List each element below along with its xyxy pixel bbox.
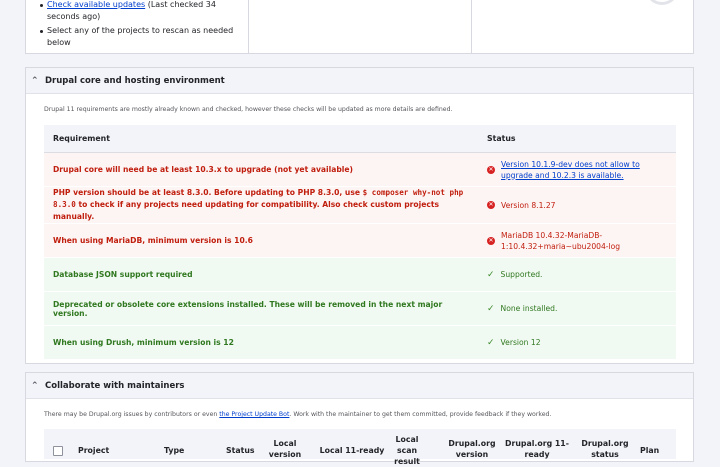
- maintainers-table-header: Project Type Status Local version Local …: [44, 429, 676, 466]
- column-header-drupal-org-version: Drupal.org version: [448, 439, 496, 459]
- status-cell: ✕ Version 10.1.9-dev does not allow to u…: [478, 152, 676, 187]
- column-header-type: Type: [164, 446, 185, 455]
- status-cell: ✕ Version 8.1.27: [478, 186, 676, 224]
- select-all-checkbox[interactable]: [53, 446, 63, 456]
- column-header-local-scan-result: Local scan result: [394, 435, 420, 466]
- check-updates-link[interactable]: Check available updates: [47, 0, 145, 9]
- summary-column-3: [471, 0, 693, 53]
- column-header-local-11-ready: Local 11-ready: [319, 446, 385, 455]
- progress-gauge-icon: [645, 0, 679, 5]
- status-text: Version 8.1.27: [501, 200, 556, 210]
- core-section-title: Drupal core and hosting environment: [45, 75, 225, 86]
- checkmark-icon: ✓: [487, 269, 495, 280]
- core-environment-section: ⌃ Drupal core and hosting environment Dr…: [25, 67, 694, 364]
- requirement-text: to check if any projects need updating f…: [53, 200, 440, 221]
- requirement-cell: Drupal core will need be at least 10.3.x…: [44, 152, 478, 187]
- summary-card: Check available updates (Last checked 34…: [25, 0, 694, 54]
- checkmark-icon: ✓: [487, 337, 495, 348]
- status-cell: ✓ Version 12: [478, 325, 676, 360]
- maintainers-section-description: There may be Drupal.org issues by contri…: [44, 411, 551, 418]
- column-header-local-version: Local version: [268, 439, 302, 459]
- summary-item: Select any of the projects to rescan as …: [39, 25, 239, 49]
- column-header-plan: Plan: [640, 446, 660, 455]
- status-cell: ✕ MariaDB 10.4.32-MariaDB-1:10.4.32+mari…: [478, 223, 676, 258]
- description-text: There may be Drupal.org issues by contri…: [44, 411, 220, 418]
- description-text: . Work with the maintainer to get them c…: [289, 411, 552, 418]
- requirement-column-header: Requirement: [44, 125, 478, 153]
- project-update-bot-link[interactable]: the Project Update Bot: [219, 411, 289, 418]
- column-header-status: Status: [226, 446, 255, 455]
- summary-column-2: [248, 0, 472, 53]
- requirement-cell: When using MariaDB, minimum version is 1…: [44, 223, 478, 258]
- error-icon: ✕: [487, 165, 495, 174]
- error-icon: ✕: [487, 201, 495, 209]
- table-row: When using Drush, minimum version is 12 …: [44, 325, 676, 360]
- status-text: Supported.: [500, 270, 543, 279]
- requirement-cell: When using Drush, minimum version is 12: [44, 325, 478, 360]
- status-text: Version 12: [500, 338, 541, 347]
- requirement-cell: Deprecated or obsolete core extensions i…: [44, 291, 478, 326]
- summary-list: Check available updates (Last checked 34…: [39, 0, 239, 51]
- status-cell: ✓ None installed.: [478, 291, 676, 326]
- requirement-cell: PHP version should be at least 8.3.0. Be…: [44, 186, 478, 224]
- column-header-drupal-org-11-ready: Drupal.org 11-ready: [505, 439, 569, 459]
- table-row: When using MariaDB, minimum version is 1…: [44, 223, 676, 258]
- chevron-up-icon: ⌃: [31, 75, 39, 86]
- status-cell: ✓ Supported.: [478, 257, 676, 292]
- chevron-up-icon: ⌃: [31, 380, 39, 391]
- checkmark-icon: ✓: [487, 303, 495, 314]
- table-row: Deprecated or obsolete core extensions i…: [44, 291, 676, 326]
- core-section-header[interactable]: ⌃ Drupal core and hosting environment: [26, 68, 693, 94]
- column-header-drupal-org-status: Drupal.org status: [581, 439, 629, 459]
- summary-item-text: Select any of the projects to rescan as …: [47, 26, 234, 47]
- summary-item: Check available updates (Last checked 34…: [39, 0, 239, 23]
- requirement-cell: Database JSON support required: [44, 257, 478, 292]
- requirements-table: Requirement Status Drupal core will need…: [44, 125, 676, 360]
- summary-column-1: Check available updates (Last checked 34…: [26, 0, 249, 53]
- core-version-link[interactable]: Version 10.1.9-dev does not allow to upg…: [501, 159, 667, 181]
- error-icon: ✕: [487, 236, 495, 245]
- table-header-row: Requirement Status: [44, 125, 676, 153]
- requirement-text: PHP version should be at least 8.3.0. Be…: [53, 188, 363, 197]
- maintainers-section-title: Collaborate with maintainers: [45, 380, 185, 391]
- core-section-description: Drupal 11 requirements are mostly alread…: [44, 106, 453, 113]
- maintainers-section-header[interactable]: ⌃ Collaborate with maintainers: [26, 373, 693, 399]
- status-text: MariaDB 10.4.32-MariaDB-1:10.4.32+maria~…: [501, 230, 621, 251]
- table-row: PHP version should be at least 8.3.0. Be…: [44, 186, 676, 224]
- status-column-header: Status: [478, 125, 676, 153]
- column-header-project: Project: [78, 446, 110, 455]
- maintainers-section: ⌃ Collaborate with maintainers There may…: [25, 372, 694, 466]
- table-row: Database JSON support required ✓ Support…: [44, 257, 676, 292]
- status-text: None installed.: [500, 304, 558, 313]
- table-row: Drupal core will need be at least 10.3.x…: [44, 152, 676, 187]
